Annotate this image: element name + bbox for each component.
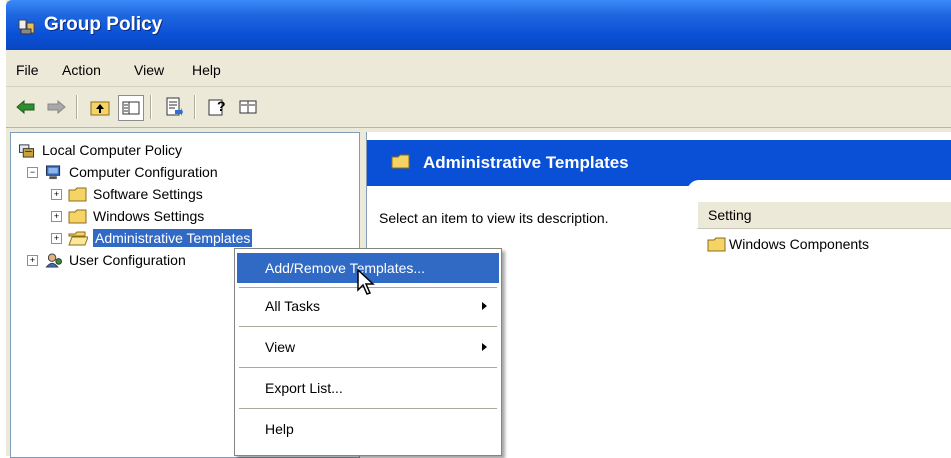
menu-item-view[interactable]: View: [237, 332, 499, 362]
menu-separator: [239, 408, 497, 409]
menu-item-help[interactable]: Help: [237, 414, 499, 444]
list-item-windows-components[interactable]: Windows Components: [707, 236, 869, 252]
computer-icon: [46, 164, 61, 179]
forward-icon[interactable]: [44, 95, 68, 119]
folder-icon: [391, 154, 410, 169]
menu-separator: [239, 367, 497, 368]
tree-item-administrative-templates[interactable]: + Administrative Templates: [51, 227, 253, 249]
toolbar-separator: [150, 95, 152, 119]
menu-file[interactable]: File: [16, 62, 39, 78]
toolbar-separator: [194, 95, 196, 119]
menu-view[interactable]: View: [134, 62, 164, 78]
mouse-cursor-icon: [357, 268, 375, 295]
tree-item-computer-configuration[interactable]: − Computer Configuration: [27, 161, 218, 183]
open-folder-icon: [68, 231, 88, 245]
back-icon[interactable]: [14, 95, 38, 119]
expand-icon[interactable]: +: [51, 210, 62, 222]
header-curve: [687, 180, 951, 192]
window-title: Group Policy: [44, 14, 163, 35]
tree-item-user-configuration[interactable]: + User Configuration: [27, 249, 186, 271]
folder-icon: [68, 209, 87, 223]
menu-action[interactable]: Action: [62, 62, 101, 78]
console-tree-icon[interactable]: [236, 95, 260, 119]
toolbar-separator: [76, 95, 78, 119]
expand-icon[interactable]: +: [51, 232, 62, 244]
column-header-setting[interactable]: Setting: [697, 202, 951, 229]
tree-label: Computer Configuration: [69, 164, 218, 180]
policy-computer-icon: [19, 143, 35, 158]
group-policy-icon: [18, 19, 35, 35]
expand-icon[interactable]: +: [27, 254, 38, 266]
menu-separator: [239, 326, 497, 327]
tree-label-selected: Administrative Templates: [93, 229, 253, 247]
toolbar: ?: [6, 87, 951, 128]
svg-text:?: ?: [217, 98, 226, 114]
tree-label: Software Settings: [93, 186, 203, 202]
tree-item-windows-settings[interactable]: + Windows Settings: [51, 205, 204, 227]
description-text: Select an item to view its description.: [379, 210, 609, 226]
expand-icon[interactable]: +: [51, 188, 62, 200]
menu-item-export-list[interactable]: Export List...: [237, 373, 499, 403]
tree-label: User Configuration: [69, 252, 186, 268]
export-list-icon[interactable]: [162, 95, 186, 119]
user-icon: [45, 252, 62, 268]
details-title: Administrative Templates: [423, 153, 629, 172]
tree-label: Local Computer Policy: [42, 142, 183, 158]
tree-item-local-computer-policy[interactable]: Local Computer Policy: [17, 139, 182, 161]
show-hide-tree-icon[interactable]: [118, 95, 144, 121]
tree-item-software-settings[interactable]: + Software Settings: [51, 183, 203, 205]
list-item-label: Windows Components: [729, 236, 870, 252]
folder-icon: [68, 187, 87, 201]
menu-bar: File Action View Help: [6, 50, 951, 87]
title-bar[interactable]: Group Policy: [6, 0, 951, 50]
menu-help[interactable]: Help: [192, 62, 221, 78]
tree-label: Windows Settings: [93, 208, 205, 224]
up-folder-icon[interactable]: [88, 95, 112, 119]
folder-icon: [707, 237, 726, 251]
submenu-arrow-icon: [482, 343, 487, 351]
submenu-arrow-icon: [482, 302, 487, 310]
collapse-icon[interactable]: −: [27, 166, 38, 178]
column-header-label: Setting: [708, 207, 752, 223]
help-icon[interactable]: ?: [206, 95, 230, 119]
